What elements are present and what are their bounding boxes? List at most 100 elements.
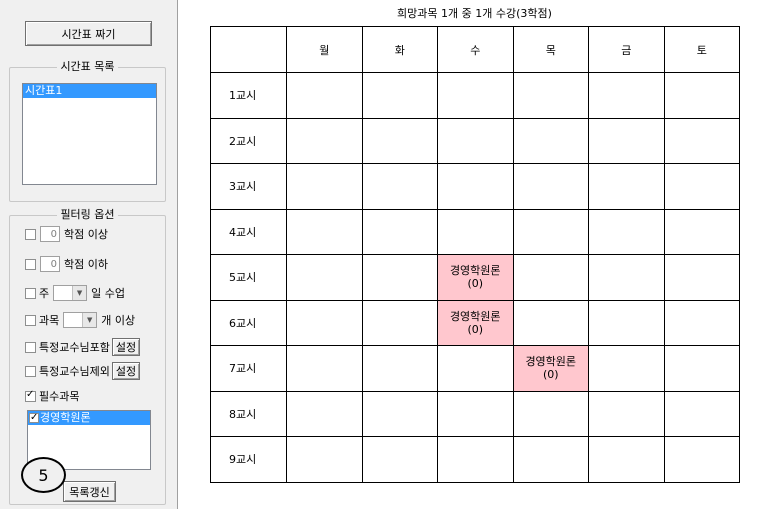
timetable-cell[interactable]	[286, 299, 363, 346]
timetable-cell[interactable]	[286, 208, 363, 255]
timetable-cell[interactable]	[437, 208, 514, 255]
timetable-cell[interactable]	[512, 436, 589, 483]
days-per-week-select[interactable]: ▼	[53, 285, 88, 301]
course-cell[interactable]: 경영학원론 (0)	[512, 345, 589, 392]
timetable-cell[interactable]	[588, 208, 665, 255]
timetable-cell[interactable]	[512, 390, 589, 437]
timetable-cell[interactable]	[437, 345, 514, 392]
max-credits-checkbox[interactable]	[25, 258, 36, 270]
period-label: 1교시	[210, 72, 287, 119]
timetable-cell[interactable]	[588, 390, 665, 437]
course-count-prefix: 과목	[39, 314, 60, 327]
days-per-week-suffix: 일 수업	[91, 287, 125, 300]
left-panel: 시간표 짜기 시간표 목록 시간표1 필터링 옵션 0 학점 이상 0 학점 이…	[0, 0, 178, 509]
timetable-cell[interactable]	[437, 117, 514, 164]
timetable-cell[interactable]	[512, 72, 589, 119]
timetable-cell[interactable]	[437, 436, 514, 483]
timetable-cell[interactable]	[286, 72, 363, 119]
timetable-cell[interactable]	[588, 72, 665, 119]
timetable-cell[interactable]	[663, 254, 740, 301]
period-label: 9교시	[210, 436, 287, 483]
timetable-cell[interactable]	[361, 299, 438, 346]
timetable-cell[interactable]	[361, 436, 438, 483]
course-count-select[interactable]: ▼	[63, 312, 98, 328]
min-credits-input[interactable]: 0	[40, 226, 60, 242]
timetable-cell[interactable]	[361, 72, 438, 119]
course-count-checkbox[interactable]	[25, 314, 36, 326]
timetable-cell[interactable]	[437, 163, 514, 210]
days-per-week-checkbox[interactable]	[25, 287, 36, 299]
timetable-cell[interactable]	[361, 163, 438, 210]
course-count-row: 과목 ▼ 개 이상	[25, 311, 135, 329]
timetable-cell[interactable]	[286, 436, 363, 483]
timetable-cell[interactable]	[286, 254, 363, 301]
timetable-cell[interactable]	[588, 299, 665, 346]
day-header: 금	[588, 26, 665, 73]
timetable-cell[interactable]	[588, 254, 665, 301]
include-professor-settings-button[interactable]: 설정	[111, 338, 141, 356]
timetable-cell[interactable]	[588, 117, 665, 164]
period-label: 8교시	[210, 390, 287, 437]
timetable-cell[interactable]	[512, 254, 589, 301]
timetable-cell[interactable]	[588, 345, 665, 392]
timetable-cell[interactable]	[663, 72, 740, 119]
course-cell[interactable]: 경영학원론 (0)	[437, 299, 514, 346]
timetable-cell[interactable]	[361, 117, 438, 164]
period-label: 7교시	[210, 345, 287, 392]
timetable-listbox[interactable]: 시간표1	[22, 83, 157, 185]
timetable-cell[interactable]	[512, 299, 589, 346]
max-credits-input[interactable]: 0	[40, 256, 60, 272]
table-row: 7교시 경영학원론 (0)	[210, 345, 740, 392]
period-label: 4교시	[210, 208, 287, 255]
filter-options-title: 필터링 옵션	[57, 208, 118, 221]
refresh-list-button[interactable]: 목록갱신	[63, 481, 116, 502]
timetable-list-group: 시간표 목록 시간표1	[9, 60, 166, 202]
timetable-body: 1교시 2교시 3교시 4교시 5교시 경영학원론 (0) 6교시 경영학원론 (0) 7교시 경영학…	[210, 72, 740, 483]
table-row: 6교시 경영학원론 (0)	[210, 299, 740, 346]
timetable-cell[interactable]	[361, 208, 438, 255]
timetable-cell[interactable]	[437, 390, 514, 437]
timetable-cell[interactable]	[663, 163, 740, 210]
max-credits-label: 학점 이하	[64, 258, 108, 271]
exclude-professor-row: 특정교수님제외 설정	[25, 362, 141, 380]
timetable-cell[interactable]	[437, 72, 514, 119]
timetable-cell[interactable]	[512, 117, 589, 164]
timetable-header-row: 월 화 수 목 금 토	[210, 26, 740, 73]
timetable-cell[interactable]	[588, 436, 665, 483]
timetable-cell[interactable]	[286, 163, 363, 210]
timetable-cell[interactable]	[663, 117, 740, 164]
timetable-cell[interactable]	[663, 436, 740, 483]
timetable-list-item[interactable]: 시간표1	[23, 84, 156, 98]
course-cell[interactable]: 경영학원론 (0)	[437, 254, 514, 301]
timetable-cell[interactable]	[361, 345, 438, 392]
required-courses-row: 필수과목	[25, 387, 79, 405]
course-note: (0)	[542, 368, 559, 382]
include-professor-checkbox[interactable]	[25, 341, 36, 353]
timetable-cell[interactable]	[512, 163, 589, 210]
timetable-cell[interactable]	[361, 390, 438, 437]
table-row: 2교시	[210, 117, 740, 164]
period-label: 2교시	[210, 117, 287, 164]
timetable-cell[interactable]	[512, 208, 589, 255]
timetable-title: 희망과목 1개 중 1개 수강(3학점)	[397, 7, 552, 20]
timetable-cell[interactable]	[286, 390, 363, 437]
required-course-item[interactable]: 경영학원론	[28, 411, 150, 425]
timetable-cell[interactable]	[361, 254, 438, 301]
min-credits-label: 학점 이상	[64, 228, 108, 241]
timetable-cell[interactable]	[588, 163, 665, 210]
timetable-cell[interactable]	[663, 299, 740, 346]
timetable-cell[interactable]	[663, 345, 740, 392]
timetable-cell[interactable]	[286, 345, 363, 392]
timetable-cell[interactable]	[286, 117, 363, 164]
min-credits-checkbox[interactable]	[25, 228, 36, 240]
exclude-professor-settings-button[interactable]: 설정	[111, 362, 141, 380]
timetable-cell[interactable]	[663, 208, 740, 255]
timetable-list-title: 시간표 목록	[57, 60, 118, 73]
step-number-badge: 5	[21, 457, 66, 493]
required-courses-checkbox[interactable]	[25, 389, 36, 402]
required-course-checkbox[interactable]	[29, 411, 39, 425]
exclude-professor-checkbox[interactable]	[25, 365, 36, 377]
timetable-corner-cell	[210, 26, 287, 73]
make-timetable-button[interactable]: 시간표 짜기	[25, 21, 152, 46]
timetable-cell[interactable]	[663, 390, 740, 437]
